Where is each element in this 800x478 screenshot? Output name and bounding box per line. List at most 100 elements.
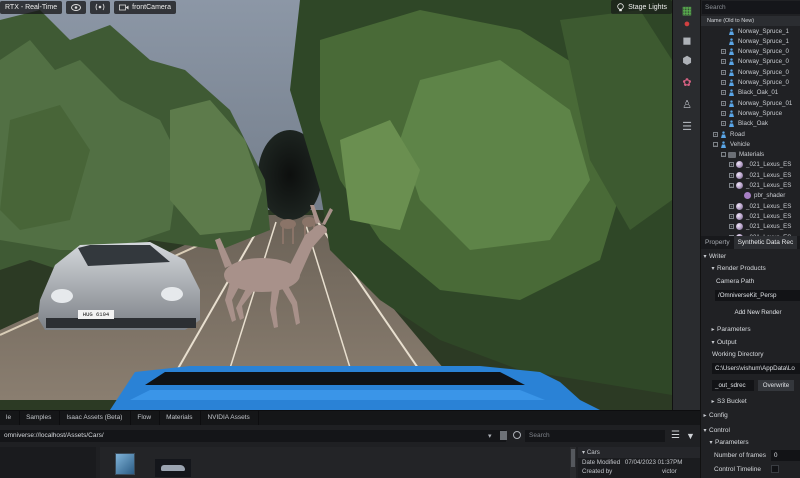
expand-icon[interactable]: +	[721, 90, 726, 96]
folder-thumbnail[interactable]	[115, 453, 135, 475]
stage-tree-item[interactable]: + Black_Oak_01	[701, 88, 800, 98]
car-thumbnail[interactable]	[155, 459, 191, 477]
camera-path-field[interactable]: /OmniverseKit_Persp	[715, 290, 800, 301]
control-timeline-checkbox[interactable]	[771, 465, 779, 473]
scroll-thumb[interactable]	[571, 449, 575, 467]
tab-nvidia-assets[interactable]: NVIDIA Assets	[201, 411, 259, 425]
visibility-menu[interactable]	[66, 0, 87, 14]
writer-section[interactable]: ▾ Writer	[701, 251, 800, 262]
property-tabs: Property Synthetic Data Rec	[701, 236, 800, 249]
stage-tree-item[interactable]: + _021_Lexus_ES	[701, 170, 800, 180]
overwrite-button[interactable]: Overwrite	[758, 380, 794, 391]
tab-isaac-assets[interactable]: Isaac Assets (Beta)	[60, 411, 132, 425]
viewport[interactable]: HUG 6104 RTX - Real-Time frontCamera Sta…	[0, 0, 672, 410]
expand-icon[interactable]: +	[721, 121, 726, 127]
add-new-render-button[interactable]: Add New Render	[715, 307, 800, 318]
figure-icon[interactable]: ♙	[679, 96, 695, 112]
audio-menu[interactable]	[90, 0, 111, 14]
stage-tree-item[interactable]: + Norway_Spruce_01	[701, 98, 800, 108]
expand-icon[interactable]: +	[729, 213, 734, 219]
stage-tree-item[interactable]: + _021_Lexus_ES	[701, 201, 800, 211]
stage-tree-item[interactable]: Norway_Spruce_1	[701, 36, 800, 46]
tab-localhost[interactable]: le	[0, 411, 21, 425]
stage-tree-item[interactable]: + Norway_Spruce_0	[701, 78, 800, 88]
collapse-icon[interactable]: –	[721, 152, 726, 158]
license-plate-text: HUG 6104	[82, 311, 110, 318]
stage-tree-item[interactable]: + Black_Oak	[701, 119, 800, 129]
expand-icon[interactable]: +	[713, 131, 718, 137]
content-scrollbar[interactable]	[570, 447, 576, 478]
s3-bucket-label: S3 Bucket	[717, 398, 747, 405]
camera-icon	[119, 4, 129, 10]
working-directory-field[interactable]: C:\Users\vishum\AppData\Lo	[712, 363, 800, 374]
camera-menu[interactable]: frontCamera	[114, 0, 177, 14]
expand-icon[interactable]: +	[729, 224, 734, 230]
path-dropdown-icon[interactable]: ▾	[488, 432, 492, 440]
date-modified-row: Date Modified 07/04/2023 01:37PM	[578, 458, 700, 467]
record-icon[interactable]: ●	[679, 16, 695, 32]
person-icon	[728, 69, 735, 76]
stage-tree-item[interactable]: + Norway_Spruce_0	[701, 67, 800, 77]
expand-icon[interactable]: +	[721, 100, 726, 106]
filter-icon[interactable]: ▼	[686, 430, 695, 442]
broadcast-icon	[95, 3, 105, 11]
expand-icon[interactable]: +	[721, 80, 726, 85]
bookmark-icon[interactable]	[500, 431, 507, 440]
content-search-input[interactable]: Search	[525, 430, 665, 442]
output-folder-field[interactable]: _out_sdrec	[712, 380, 754, 391]
control-section[interactable]: ▾ Control	[701, 425, 800, 436]
stage-tree-item[interactable]: + _021_Lexus_ES	[701, 160, 800, 170]
expand-icon[interactable]: +	[729, 203, 734, 209]
parameters-section[interactable]: ▸ Parameters	[709, 324, 800, 335]
expand-icon[interactable]: +	[721, 110, 726, 116]
stage-tree-item[interactable]: + _021_Lexus_ES	[701, 222, 800, 232]
sphere-icon	[736, 212, 743, 220]
list-view-icon[interactable]: ☰	[671, 430, 680, 442]
search-icon[interactable]	[513, 431, 521, 439]
collapse-icon[interactable]: –	[729, 183, 734, 188]
collapse-icon[interactable]: –	[713, 141, 718, 147]
sliders-icon[interactable]: ☰	[679, 118, 695, 134]
content-grid[interactable]	[100, 447, 570, 478]
expand-icon[interactable]: +	[721, 49, 726, 55]
stage-tree-item[interactable]: – Vehicle	[701, 139, 800, 149]
expand-icon[interactable]: +	[721, 69, 726, 75]
stage-tree-item[interactable]: + Norway_Spruce	[701, 108, 800, 118]
expand-icon[interactable]: +	[729, 172, 734, 178]
tab-materials[interactable]: Materials	[160, 411, 202, 425]
output-section[interactable]: ▾ Output	[709, 337, 800, 348]
stage-tree-item[interactable]: + Norway_Spruce_0	[701, 47, 800, 57]
stage-item-label: Norway_Spruce_0	[738, 68, 789, 76]
cube-solid-icon[interactable]: ⬢	[679, 52, 695, 68]
tab-synthetic-data-recorder[interactable]: Synthetic Data Rec	[733, 236, 798, 249]
control-parameters-section[interactable]: ▾ Parameters	[707, 437, 800, 448]
render-products-section[interactable]: ▾ Render Products	[709, 263, 800, 274]
stage-lights-menu[interactable]: Stage Lights	[611, 0, 672, 14]
stage-tree-item[interactable]: Norway_Spruce_1	[701, 26, 800, 36]
stage-tree-item[interactable]: – Materials	[701, 150, 800, 160]
tab-samples[interactable]: Samples	[20, 411, 61, 425]
stage-item-label: Norway_Spruce	[738, 109, 783, 117]
renderer-menu[interactable]: RTX - Real-Time	[0, 0, 63, 14]
gear-flower-icon[interactable]: ✿	[679, 74, 695, 90]
stage-item-label: Black_Oak	[738, 120, 768, 128]
tab-property[interactable]: Property	[701, 236, 734, 249]
content-folder-tree[interactable]	[0, 447, 96, 478]
stage-column-header[interactable]: Name (Old to New)	[701, 16, 800, 26]
s3-bucket-section[interactable]: ▸ S3 Bucket	[709, 396, 800, 407]
stage-tree-item[interactable]: + Road	[701, 129, 800, 139]
cube-icon[interactable]: ◼	[679, 32, 695, 48]
content-path-input[interactable]: omniverse://localhost/Assets/Cars/	[0, 430, 506, 442]
stage-item-label: Road	[730, 130, 745, 138]
expand-icon[interactable]: +	[721, 59, 726, 65]
config-section[interactable]: ▸ Config	[701, 410, 800, 421]
number-of-frames-field[interactable]: 0	[771, 450, 800, 461]
stage-tree-item[interactable]: pbr_shader	[701, 191, 800, 201]
stage-tree-item[interactable]: – _021_Lexus_ES	[701, 181, 800, 191]
stage-tree-item[interactable]: + _021_Lexus_ES	[701, 211, 800, 221]
stage-tree-item[interactable]: + Norway_Spruce_0	[701, 57, 800, 67]
tab-flow[interactable]: Flow	[131, 411, 161, 425]
stage-search-input[interactable]: Search	[702, 1, 800, 14]
viewport-scene[interactable]	[0, 0, 672, 410]
expand-icon[interactable]: +	[729, 162, 734, 168]
